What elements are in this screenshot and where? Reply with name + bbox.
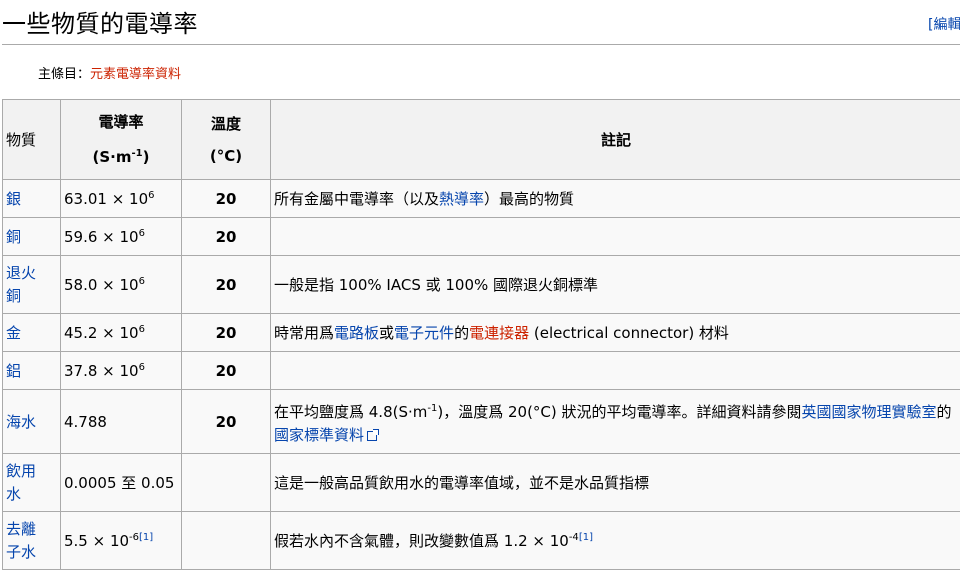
- note: 一般是指 100% IACS 或 100% 國際退火銅標準: [270, 255, 960, 314]
- header-conductivity: 電導率 (S·m-1): [60, 99, 182, 180]
- substance-link[interactable]: 去離 子水: [6, 520, 36, 561]
- note: [270, 351, 960, 390]
- temperature-value: 20: [181, 313, 271, 352]
- substance-link[interactable]: 鋁: [6, 362, 21, 380]
- note-link-npl[interactable]: 英國國家物理實驗室: [802, 403, 937, 421]
- table-row: 飲用水 0.0005 至 0.05 這是一般高品質飲用水的電導率值域，並不是水品…: [2, 453, 960, 512]
- header-row: 物質 電導率 (S·m-1) 溫度 (°C) 註記: [2, 99, 960, 180]
- note-link-circuit-board[interactable]: 電路板: [334, 324, 379, 342]
- temperature-value: 20: [181, 217, 271, 256]
- note: 在平均鹽度爲 4.8(S·m-1)，溫度爲 20(°C) 狀況的平均電導率。詳細…: [270, 389, 960, 454]
- header-notes: 註記: [270, 99, 960, 180]
- header-temperature: 溫度 (°C): [181, 99, 271, 180]
- temperature-value: 20: [181, 179, 271, 218]
- section-heading: 一些物質的電導率: [2, 8, 960, 45]
- table-row: 金 45.2 × 106 20 時常用爲電路板或電子元件的電連接器 (elect…: [2, 313, 960, 352]
- conductivity-value: 0.0005 至 0.05: [60, 453, 182, 512]
- substance-link[interactable]: 海水: [6, 413, 36, 431]
- note: 時常用爲電路板或電子元件的電連接器 (electrical connector)…: [270, 313, 960, 352]
- substance-link[interactable]: 銅: [6, 228, 21, 246]
- temperature-value: 20: [181, 255, 271, 314]
- note-link-connector[interactable]: 電連接器: [469, 324, 529, 342]
- edit-link[interactable]: [編輯]: [928, 17, 960, 33]
- substance-link[interactable]: 金: [6, 324, 21, 342]
- external-link-icon: [367, 428, 380, 441]
- table-row: 銀 63.01 × 106 20 所有金屬中電導率（以及熱導率）最高的物質: [2, 179, 960, 218]
- table-row: 銅 59.6 × 106 20: [2, 217, 960, 256]
- conductivity-value: 58.0 × 106: [60, 255, 182, 314]
- temperature-value: [181, 453, 271, 512]
- conductivity-value: 45.2 × 106: [60, 313, 182, 352]
- note-link[interactable]: 熱導率: [439, 190, 484, 208]
- table-row: 去離 子水 5.5 × 10-6[1] 假若水內不含氣體，則改變數值爲 1.2 ×…: [2, 511, 960, 570]
- conductivity-value: 59.6 × 106: [60, 217, 182, 256]
- temperature-value: 20: [181, 389, 271, 454]
- edit-link-container: [編輯]: [928, 14, 960, 34]
- section-title: 一些物質的電導率: [2, 10, 198, 38]
- reference-link[interactable]: [1]: [579, 532, 593, 543]
- main-article-note: 主條目：元素電導率資料: [38, 63, 181, 82]
- note: 假若水內不含氣體，則改變數值爲 1.2 × 10-4[1]: [270, 511, 960, 570]
- note-link-standard-data[interactable]: 國家標準資料: [274, 426, 380, 444]
- temperature-value: 20: [181, 351, 271, 390]
- conductivity-value: 37.8 × 106: [60, 351, 182, 390]
- substance-link[interactable]: 銀: [6, 190, 21, 208]
- conductivity-value: 5.5 × 10-6[1]: [60, 511, 182, 570]
- conductivity-table: 物質 電導率 (S·m-1) 溫度 (°C) 註記 銀 63.01 × 106 …: [2, 99, 960, 570]
- substance-link[interactable]: 飲用水: [6, 462, 36, 503]
- header-substance: 物質: [2, 99, 61, 180]
- main-article-link[interactable]: 元素電導率資料: [90, 67, 181, 82]
- substance-link[interactable]: 退火銅: [6, 264, 36, 305]
- main-article-prefix: 主條目：: [38, 67, 91, 82]
- reference-link[interactable]: [1]: [139, 532, 153, 543]
- note-link-electronic-component[interactable]: 電子元件: [394, 324, 454, 342]
- note: 這是一般高品質飲用水的電導率值域，並不是水品質指標: [270, 453, 960, 512]
- table-row: 退火銅 58.0 × 106 20 一般是指 100% IACS 或 100% …: [2, 255, 960, 314]
- note: [270, 217, 960, 256]
- conductivity-value: 63.01 × 106: [60, 179, 182, 218]
- temperature-value: [181, 511, 271, 570]
- conductivity-value: 4.788: [60, 389, 182, 454]
- table-row: 海水 4.788 20 在平均鹽度爲 4.8(S·m-1)，溫度爲 20(°C)…: [2, 389, 960, 454]
- note: 所有金屬中電導率（以及熱導率）最高的物質: [270, 179, 960, 218]
- table-row: 鋁 37.8 × 106 20: [2, 351, 960, 390]
